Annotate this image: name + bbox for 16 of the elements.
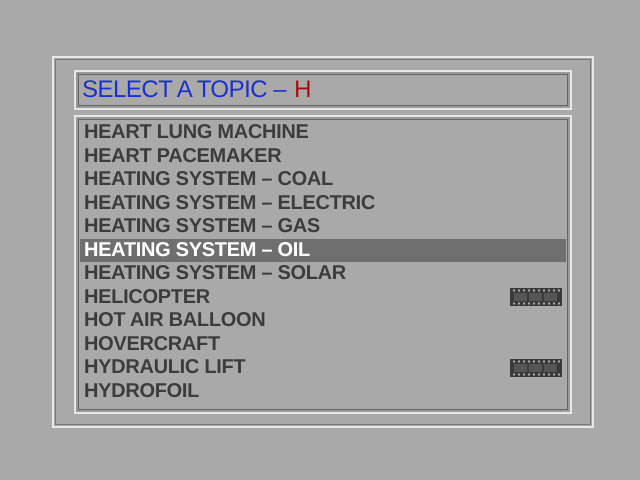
prompt-title: SELECT A TOPIC – [82, 76, 286, 104]
topic-item[interactable]: HEART PACEMAKER [80, 144, 566, 168]
topic-item[interactable]: HYDROFOIL [80, 380, 566, 403]
film-strip-icon [510, 358, 562, 377]
topic-item[interactable]: HOT AIR BALLOON [80, 309, 566, 332]
letter-title: H [294, 76, 312, 104]
topic-item[interactable]: HEATING SYSTEM – COAL [80, 168, 566, 192]
topic-item[interactable]: HEATING SYSTEM – ELECTRIC [80, 192, 566, 215]
topic-item[interactable]: HOVERCRAFT [80, 332, 566, 356]
topic-item[interactable]: HEATING SYSTEM – GAS [80, 215, 566, 238]
topic-item[interactable]: HYDRAULIC LIFT [80, 356, 566, 380]
film-strip-icon [510, 288, 562, 306]
topic-item[interactable]: HELICOPTER [80, 286, 566, 309]
topic-item[interactable]: HEATING SYSTEM – OIL [80, 238, 566, 262]
topic-item[interactable]: HEATING SYSTEM – SOLAR [80, 262, 566, 286]
topic-item[interactable]: HEART LUNG MACHINE [80, 121, 566, 144]
